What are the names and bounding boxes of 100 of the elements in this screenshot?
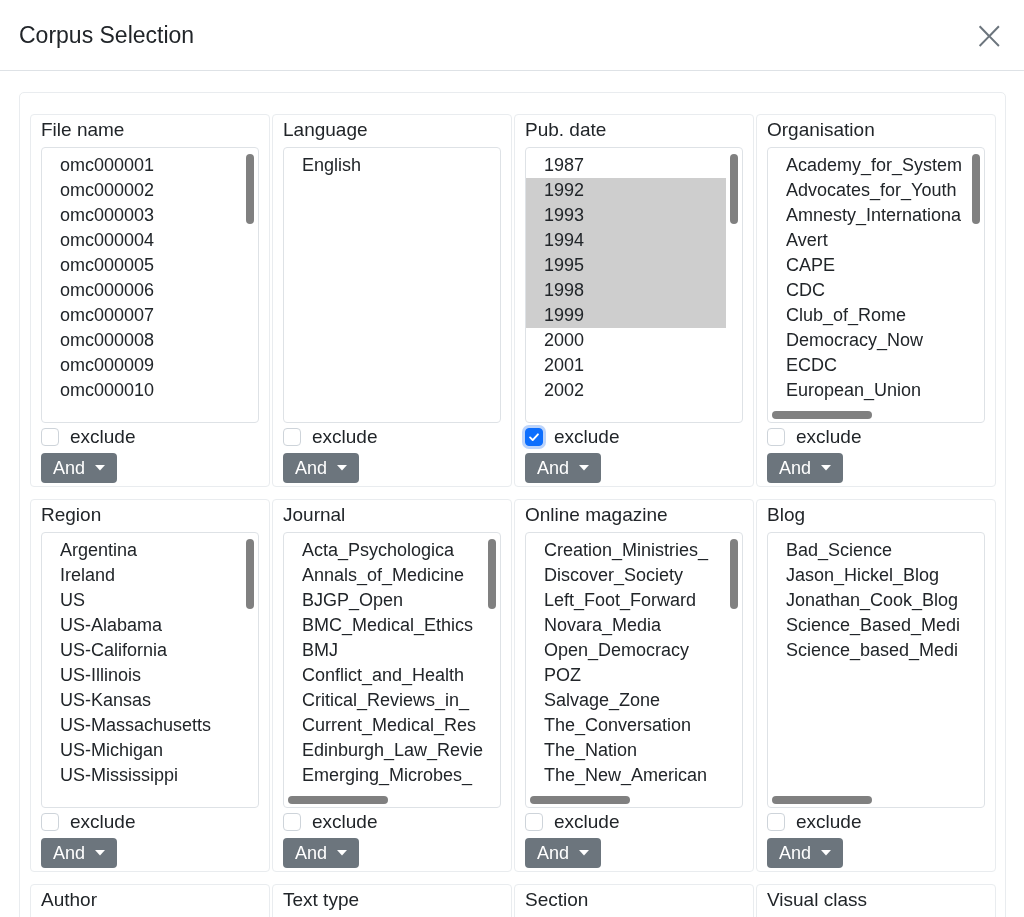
list-option[interactable]: Salvage_Zone: [526, 688, 726, 713]
list-option[interactable]: Advocates_for_Youth: [768, 178, 968, 203]
list-option[interactable]: US-Michigan: [42, 738, 242, 763]
list-option[interactable]: English: [284, 153, 484, 178]
operator-dropdown[interactable]: And: [283, 453, 360, 483]
list-option[interactable]: Ireland: [42, 563, 242, 588]
list-option[interactable]: Bad_Science: [768, 538, 968, 563]
list-option[interactable]: Argentina: [42, 538, 242, 563]
list-option[interactable]: omc000007: [42, 303, 242, 328]
list-option[interactable]: US-Kansas: [42, 688, 242, 713]
list-box[interactable]: Creation_Ministries_ Discover_Society Left_Foot_Forward Novara_Media Open_Democracy POZ Salvage_Zone The_Conversation The_Nation The_New_American: [525, 532, 743, 808]
operator-dropdown[interactable]: And: [41, 453, 118, 483]
list-option[interactable]: CDC: [768, 278, 968, 303]
list-option[interactable]: 1995: [526, 253, 726, 278]
scrollbar-thumb[interactable]: [288, 796, 388, 804]
scrollbar-thumb[interactable]: [730, 539, 738, 609]
list-box[interactable]: Bad_Science Jason_Hickel_Blog Jonathan_Cook_Blog Science_Based_Medi Science_based_Medi: [767, 532, 985, 808]
scrollbar-thumb[interactable]: [730, 154, 738, 224]
checkbox-label: exclude: [312, 811, 378, 833]
list-option[interactable]: 2001: [526, 353, 726, 378]
list-option[interactable]: 1993: [526, 203, 726, 228]
exclude-checkbox[interactable]: [525, 428, 543, 446]
list-box[interactable]: Academy_for_System Advocates_for_Youth Amnesty_Internationa Avert CAPE CDC Club_of_Rome Democracy_Now ECDC European_Union: [767, 147, 985, 423]
list-option[interactable]: Conflict_and_Health: [284, 663, 484, 688]
list-box[interactable]: omc000001 omc000002 omc000003 omc000004 omc000005 omc000006 omc000007 omc000008 omc000009 omc000010: [41, 147, 259, 423]
operator-dropdown[interactable]: And: [767, 453, 844, 483]
list-option[interactable]: Democracy_Now: [768, 328, 968, 353]
list-option[interactable]: omc000002: [42, 178, 242, 203]
list-option[interactable]: The_New_American: [526, 763, 726, 788]
scrollbar-thumb[interactable]: [530, 796, 630, 804]
scrollbar-thumb[interactable]: [972, 154, 980, 224]
list-box[interactable]: Argentina Ireland US US-Alabama US-California US-Illinois US-Kansas US-Massachusetts US-Michigan US-Mississippi: [41, 532, 259, 808]
scrollbar-thumb[interactable]: [488, 539, 496, 609]
list-option[interactable]: Emerging_Microbes_: [284, 763, 484, 788]
caret-icon: [821, 850, 832, 856]
list-option[interactable]: BMC_Medical_Ethics: [284, 613, 484, 638]
list-option[interactable]: Left_Foot_Forward: [526, 588, 726, 613]
list-option[interactable]: The_Nation: [526, 738, 726, 763]
list-option[interactable]: US-Illinois: [42, 663, 242, 688]
list-option[interactable]: The_Conversation: [526, 713, 726, 738]
list-box[interactable]: English: [283, 147, 501, 423]
list-option[interactable]: US-Alabama: [42, 613, 242, 638]
scrollbar-thumb[interactable]: [772, 411, 872, 419]
list-option[interactable]: 2000: [526, 328, 726, 353]
operator-dropdown[interactable]: And: [525, 453, 602, 483]
list-option[interactable]: POZ: [526, 663, 726, 688]
list-option[interactable]: US-California: [42, 638, 242, 663]
list-option[interactable]: BMJ: [284, 638, 484, 663]
list-option[interactable]: Club_of_Rome: [768, 303, 968, 328]
list-option[interactable]: 1994: [526, 228, 726, 253]
list-option[interactable]: Discover_Society: [526, 563, 726, 588]
list-option[interactable]: Academy_for_System: [768, 153, 968, 178]
list-option[interactable]: US-Mississippi: [42, 763, 242, 788]
scrollbar-thumb[interactable]: [246, 154, 254, 224]
list-option[interactable]: US: [42, 588, 242, 613]
list-option[interactable]: Jason_Hickel_Blog: [768, 563, 968, 588]
list-option[interactable]: Open_Democracy: [526, 638, 726, 663]
operator-dropdown[interactable]: And: [767, 838, 844, 868]
list-option[interactable]: Science_based_Medi: [768, 638, 968, 663]
list-option[interactable]: Creation_Ministries_: [526, 538, 726, 563]
list-option[interactable]: Current_Medical_Res: [284, 713, 484, 738]
operator-dropdown[interactable]: And: [283, 838, 360, 868]
list-option[interactable]: omc000005: [42, 253, 242, 278]
list-option[interactable]: CAPE: [768, 253, 968, 278]
list-option[interactable]: Amnesty_Internationa: [768, 203, 968, 228]
filter-label: Author: [41, 888, 98, 912]
caret-icon: [95, 850, 106, 856]
list-option[interactable]: Novara_Media: [526, 613, 726, 638]
list-option[interactable]: US-Massachusetts: [42, 713, 242, 738]
list-box[interactable]: 1987 1992 1993 1994 1995 1998 1999 2000 2001 2002: [525, 147, 743, 423]
list-option[interactable]: omc000008: [42, 328, 242, 353]
operator-dropdown[interactable]: And: [525, 838, 602, 868]
list-option[interactable]: Avert: [768, 228, 968, 253]
list-option[interactable]: omc000004: [42, 228, 242, 253]
list-option[interactable]: Acta_Psychologica: [284, 538, 484, 563]
list-option[interactable]: European_Union: [768, 378, 968, 403]
scrollbar-thumb[interactable]: [246, 539, 254, 609]
caret-icon: [579, 850, 590, 856]
caret-icon: [95, 465, 106, 471]
list-option[interactable]: omc000006: [42, 278, 242, 303]
list-option[interactable]: Jonathan_Cook_Blog: [768, 588, 968, 613]
list-option[interactable]: omc000001: [42, 153, 242, 178]
operator-dropdown[interactable]: And: [41, 838, 118, 868]
list-option[interactable]: 2002: [526, 378, 726, 403]
list-option[interactable]: Science_Based_Medi: [768, 613, 968, 638]
list-option[interactable]: Critical_Reviews_in_: [284, 688, 484, 713]
list-box[interactable]: Acta_Psychologica Annals_of_Medicine BJGP_Open BMC_Medical_Ethics BMJ Conflict_and_Health Critical_Reviews_in_ Current_Medical_Res Edinburgh_Law_Revie Emerging_Microbes_: [283, 532, 501, 808]
close-button[interactable]: ×: [968, 15, 1010, 55]
list-option[interactable]: Edinburgh_Law_Revie: [284, 738, 484, 763]
list-option[interactable]: 1992: [526, 178, 726, 203]
list-option[interactable]: 1987: [526, 153, 726, 178]
list-option[interactable]: 1998: [526, 278, 726, 303]
list-option[interactable]: omc000009: [42, 353, 242, 378]
scrollbar-thumb[interactable]: [772, 796, 872, 804]
list-option[interactable]: omc000003: [42, 203, 242, 228]
list-option[interactable]: omc000010: [42, 378, 242, 403]
list-option[interactable]: ECDC: [768, 353, 968, 378]
list-option[interactable]: 1999: [526, 303, 726, 328]
list-option[interactable]: Annals_of_Medicine: [284, 563, 484, 588]
list-option[interactable]: BJGP_Open: [284, 588, 484, 613]
